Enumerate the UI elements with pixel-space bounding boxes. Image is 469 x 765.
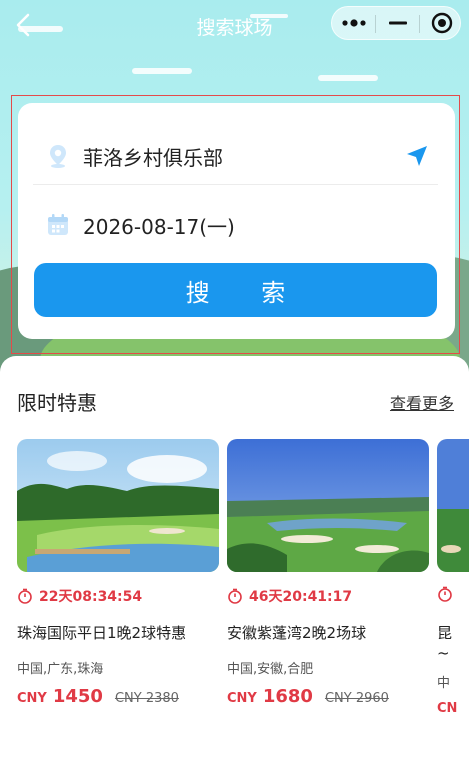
deal-region: 中 [437,676,451,691]
deal-region: 中国,广东,珠海 [17,662,104,677]
price-row: CN [437,701,463,716]
minimize-button[interactable] [376,7,419,39]
countdown: 46天20:41:17 [227,586,352,606]
cloud [132,68,192,74]
search-button[interactable]: 搜 索 [34,263,437,317]
deal-price: 1680 [262,686,313,707]
close-button[interactable] [420,7,463,39]
minimize-icon [388,21,407,25]
course-photo [17,439,219,572]
nav-bar: 搜索球场 [0,0,469,50]
more-button[interactable] [332,7,375,39]
deal-region: 中国,安徽,合肥 [227,662,314,677]
currency: CN [437,701,458,716]
search-card: 菲洛乡村俱乐部 2026-08-17(一) 搜 索 [18,103,455,339]
location-value: 菲洛乡村俱乐部 [83,145,223,170]
mini-program-capsule [331,6,461,40]
countdown [437,586,459,602]
currency: CNY [227,691,257,706]
target-icon [431,12,452,34]
deal-name: 安徽紫蓬湾2晚2场球 [227,624,367,642]
divider [33,184,438,185]
calendar-icon [48,214,68,235]
course-photo [437,439,469,572]
price-row: CNY 1450 CNY 2380 [17,686,179,707]
deal-card[interactable]: 22天08:34:54 珠海国际平日1晚2球特惠 中国,广东,珠海 CNY 14… [17,439,219,739]
section-title: 限时特惠 [17,391,97,415]
original-price: CNY 2380 [114,691,179,706]
deal-name: 昆 [437,624,453,642]
course-photo [227,439,429,572]
date-field[interactable]: 2026-08-17(一) [33,197,438,253]
deal-card[interactable]: 昆 ~ 中 CN [437,439,469,739]
countdown-text: 22天08:34:54 [39,589,143,605]
countdown-text: 46天20:41:17 [249,589,353,605]
navigation-arrow-icon[interactable] [404,143,430,169]
stopwatch-icon [228,588,242,604]
location-pin-icon [50,145,66,168]
more-dots-icon [341,19,366,27]
deals-section: 限时特惠 查看更多 22天08:34:54 珠海国际平日1晚2球特惠 中国,广东… [0,356,469,765]
view-more-link[interactable]: 查看更多 [390,390,454,414]
currency: CNY [17,691,47,706]
price-row: CNY 1680 CNY 2960 [227,686,389,707]
deal-name-line2: ~ [437,644,450,662]
deal-card[interactable]: 46天20:41:17 安徽紫蓬湾2晚2场球 中国,安徽,合肥 CNY 1680… [227,439,429,739]
cloud [318,75,378,81]
original-price: CNY 2960 [324,691,389,706]
stopwatch-icon [438,586,452,602]
deal-price: 1450 [52,686,103,707]
location-field[interactable]: 菲洛乡村俱乐部 [33,128,438,184]
date-value: 2026-08-17(一) [83,214,235,239]
deal-name: 珠海国际平日1晚2球特惠 [17,624,187,642]
countdown: 22天08:34:54 [17,586,142,606]
stopwatch-icon [18,588,32,604]
